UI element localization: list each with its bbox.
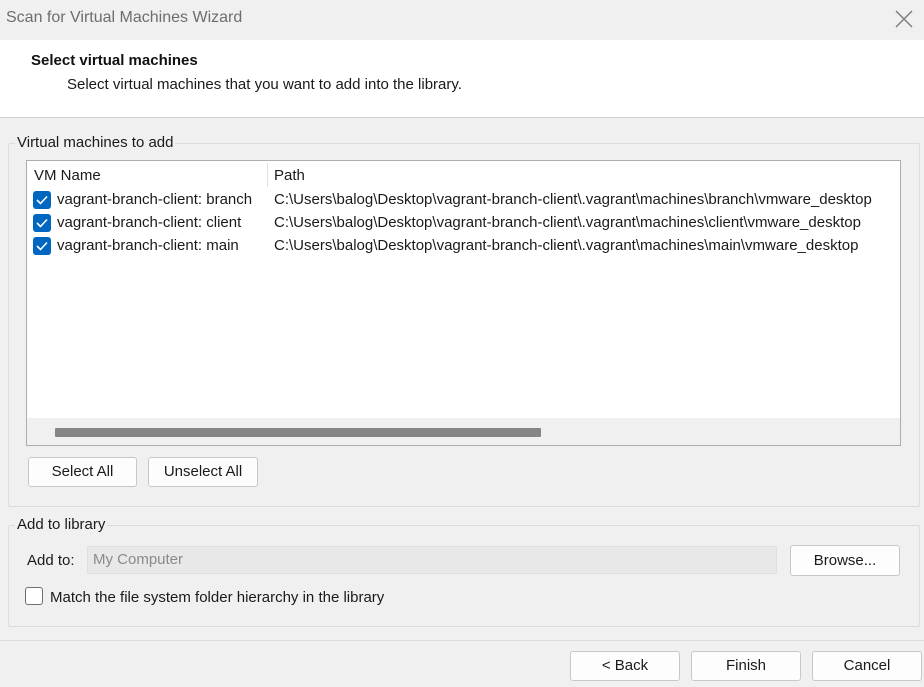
- vm-row-name: vagrant-branch-client: client: [57, 214, 242, 231]
- close-button[interactable]: [884, 0, 924, 38]
- column-header-vm-name[interactable]: VM Name: [34, 167, 101, 184]
- match-hierarchy-label[interactable]: Match the file system folder hierarchy i…: [50, 589, 384, 606]
- vm-row-path: C:\Users\balog\Desktop\vagrant-branch-cl…: [274, 214, 861, 231]
- add-to-field: My Computer: [87, 546, 777, 574]
- checkmark-icon: [36, 241, 48, 251]
- horizontal-scrollbar[interactable]: [27, 418, 900, 445]
- vm-list-header: VM Name Path: [27, 161, 900, 189]
- checkmark-icon: [36, 218, 48, 228]
- footer-divider: [0, 640, 924, 641]
- cancel-button[interactable]: Cancel: [812, 651, 922, 681]
- column-header-path[interactable]: Path: [274, 167, 305, 184]
- vm-row-path: C:\Users\balog\Desktop\vagrant-branch-cl…: [274, 237, 859, 254]
- unselect-all-button[interactable]: Unselect All: [148, 457, 258, 487]
- vm-row[interactable]: vagrant-branch-client: client C:\Users\b…: [27, 212, 900, 235]
- page-title: Select virtual machines: [31, 52, 198, 69]
- match-hierarchy-checkbox[interactable]: [25, 587, 43, 605]
- add-to-label: Add to:: [27, 552, 75, 569]
- close-icon: [895, 10, 913, 28]
- vm-row-checkbox[interactable]: [33, 237, 51, 255]
- title-bar: Scan for Virtual Machines Wizard: [0, 0, 924, 40]
- back-button[interactable]: < Back: [570, 651, 680, 681]
- vm-list[interactable]: VM Name Path vagrant-branch-client: bran…: [26, 160, 901, 446]
- browse-button[interactable]: Browse...: [790, 545, 900, 576]
- vm-row-path: C:\Users\balog\Desktop\vagrant-branch-cl…: [274, 191, 872, 208]
- wizard-header: Select virtual machines Select virtual m…: [0, 40, 924, 118]
- vm-row-name: vagrant-branch-client: branch: [57, 191, 253, 208]
- vm-row[interactable]: vagrant-branch-client: main C:\Users\bal…: [27, 235, 900, 258]
- select-all-button[interactable]: Select All: [28, 457, 137, 487]
- library-group-legend: Add to library: [15, 516, 108, 533]
- vm-row-checkbox[interactable]: [33, 191, 51, 209]
- library-group-box: [8, 525, 920, 627]
- add-to-value: My Computer: [93, 551, 184, 568]
- vm-row[interactable]: vagrant-branch-client: branch C:\Users\b…: [27, 189, 900, 212]
- vm-row-name: vagrant-branch-client: main: [57, 237, 239, 254]
- vm-row-checkbox[interactable]: [33, 214, 51, 232]
- column-divider[interactable]: [267, 163, 268, 187]
- finish-button[interactable]: Finish: [691, 651, 801, 681]
- window-title: Scan for Virtual Machines Wizard: [6, 9, 243, 26]
- vm-group-legend: Virtual machines to add: [15, 134, 176, 151]
- scrollbar-thumb[interactable]: [55, 428, 541, 437]
- page-subtitle: Select virtual machines that you want to…: [67, 76, 462, 93]
- checkmark-icon: [36, 195, 48, 205]
